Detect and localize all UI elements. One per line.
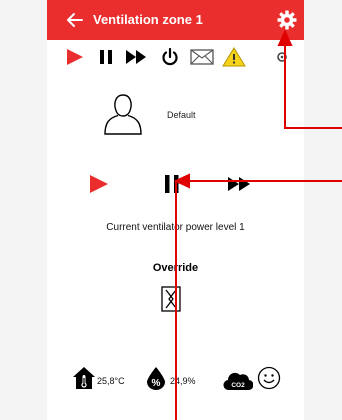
envelope-icon[interactable] — [189, 46, 215, 68]
svg-text:%: % — [152, 378, 161, 389]
power-level-text: Current ventilator power level 1 — [106, 222, 245, 233]
temperature-value: 25,8°C — [97, 376, 125, 386]
pause-icon[interactable] — [95, 46, 117, 68]
fast-forward-icon[interactable] — [227, 173, 251, 195]
mode-toolbar — [47, 40, 304, 72]
co2-label: CO2 — [231, 382, 245, 389]
arrow-left-icon[interactable] — [65, 9, 85, 31]
user-silhouette-icon[interactable] — [103, 92, 143, 136]
house-temperature-icon — [73, 367, 95, 389]
play-icon[interactable] — [87, 173, 111, 195]
play-icon[interactable] — [64, 46, 86, 68]
header-bar: Ventilation zone 1 — [47, 0, 304, 40]
override-label: Override — [152, 262, 199, 274]
power-icon[interactable] — [159, 46, 181, 68]
gear-icon[interactable] — [277, 10, 297, 30]
co2-cloud-icon: CO2 — [223, 372, 253, 391]
warning-icon[interactable] — [222, 46, 246, 68]
pause-icon[interactable] — [160, 173, 184, 195]
settings-icon[interactable] — [275, 46, 289, 68]
fast-forward-icon[interactable] — [125, 46, 147, 68]
app-screen: Ventilation zone 1 Default Current venti… — [47, 0, 304, 420]
page-title: Ventilation zone 1 — [93, 12, 203, 27]
humidity-value: 24,9% — [170, 376, 196, 386]
profile-label: Default — [167, 110, 196, 120]
override-icon[interactable] — [161, 286, 181, 312]
smiley-icon — [257, 366, 281, 390]
humidity-drop-icon: % — [147, 367, 165, 390]
